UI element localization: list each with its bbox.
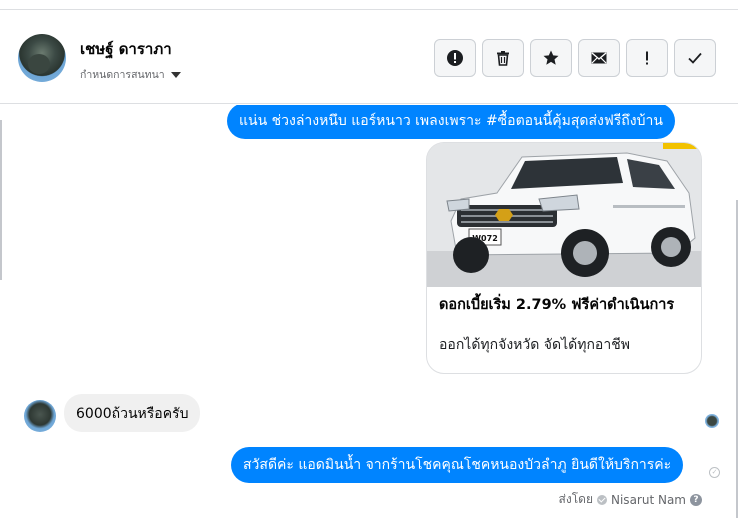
sender-avatar[interactable] xyxy=(24,400,56,432)
contact-avatar[interactable] xyxy=(18,34,66,82)
mark-done-button[interactable] xyxy=(674,39,716,77)
pickup-truck-illustration: W072 xyxy=(427,143,701,287)
assign-conversation-label: กำหนดการสนทนา xyxy=(80,69,165,81)
sent-status-icon: ✓ xyxy=(709,467,720,478)
exclamation-icon xyxy=(646,51,648,65)
card-title[interactable]: ดอกเบี้ยเริ่ม 2.79% ฟรีค่าดำเนินการ xyxy=(439,293,674,316)
message-thread[interactable]: แน่น ช่วงล่างหนึบ แอร์หนาว เพลงเพราะ #ซื… xyxy=(0,105,738,518)
sent-by-info: ส่งโดย Nisarut Nam ? xyxy=(559,490,702,509)
assign-conversation-dropdown[interactable]: กำหนดการสนทนา xyxy=(80,66,181,83)
sent-by-name[interactable]: Nisarut Nam xyxy=(611,493,686,507)
caret-down-icon xyxy=(170,71,181,78)
card-description: ออกได้ทุกจังหวัด จัดได้ทุกอาชีพ xyxy=(439,337,630,353)
trash-icon xyxy=(497,51,509,66)
read-receipt-avatar xyxy=(705,414,719,428)
contact-name[interactable]: เชษฐ์ ดาราภา xyxy=(80,37,172,61)
verified-check-icon xyxy=(597,494,607,505)
sent-by-label: ส่งโดย xyxy=(558,492,593,506)
conversation-header: เชษฐ์ ดาราภา กำหนดการสนทนา xyxy=(0,10,738,104)
check-icon xyxy=(688,52,702,64)
incoming-message[interactable]: 6000ถ้วนหรือครับ xyxy=(64,394,201,432)
star-icon xyxy=(543,50,559,65)
alert-octagon-icon xyxy=(447,50,463,66)
outgoing-message[interactable]: แน่น ช่วงล่างหนึบ แอร์หนาว เพลงเพราะ #ซื… xyxy=(227,105,675,139)
outgoing-reply-message[interactable]: สวัสดีค่ะ แอดมินน้ำ จากร้านโชคคุณโชคหนอง… xyxy=(231,447,684,483)
mark-unread-button[interactable] xyxy=(578,39,620,77)
left-scrollbar[interactable] xyxy=(0,120,2,280)
help-icon[interactable]: ? xyxy=(690,493,702,506)
report-spam-button[interactable] xyxy=(434,39,476,77)
link-preview-card[interactable]: W072 ดอกเบี้ยเริ่ม 2.79% ฟรีค่าดำเนินการ… xyxy=(426,142,702,374)
pickup-truck-image[interactable]: W072 xyxy=(427,143,701,287)
delete-button[interactable] xyxy=(482,39,524,77)
top-divider xyxy=(0,0,738,10)
envelope-icon xyxy=(591,52,607,64)
star-button[interactable] xyxy=(530,39,572,77)
flag-button[interactable] xyxy=(626,39,668,77)
